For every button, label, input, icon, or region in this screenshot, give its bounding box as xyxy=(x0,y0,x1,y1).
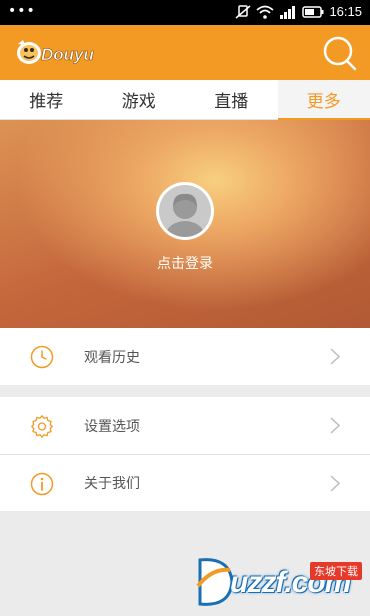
gear-icon xyxy=(31,415,53,438)
tab-games[interactable]: 游戏 xyxy=(93,80,186,119)
douyu-logo: Douyu xyxy=(17,40,95,64)
signal-icon xyxy=(280,5,296,19)
chevron-right-icon xyxy=(330,417,340,434)
profile-header: 点击登录 xyxy=(0,120,370,328)
site-watermark: uzzf.com 东坡下载 xyxy=(190,552,366,612)
clock-time: 16:15 xyxy=(329,4,362,19)
notification-dots: ••• xyxy=(8,3,36,19)
menu-label-settings: 设置选项 xyxy=(84,418,140,435)
menu-label-about: 关于我们 xyxy=(84,476,140,492)
info-icon xyxy=(30,472,54,496)
tab-bar: 推荐 游戏 直播 更多 xyxy=(0,80,370,120)
status-bar: ••• 16:15 xyxy=(0,0,370,25)
default-avatar-icon xyxy=(159,185,211,237)
menu-item-about[interactable]: 关于我们 xyxy=(0,454,370,511)
mute-icon xyxy=(235,4,251,19)
menu-group-settings: 设置选项 关于我们 xyxy=(0,397,370,511)
svg-text:Douyu: Douyu xyxy=(41,45,95,64)
watermark-badge: 东坡下载 xyxy=(310,562,362,580)
login-link[interactable]: 点击登录 xyxy=(0,253,370,273)
tab-recommend[interactable]: 推荐 xyxy=(0,80,93,119)
menu-group-history: 观看历史 xyxy=(0,328,370,385)
menu-item-settings[interactable]: 设置选项 xyxy=(0,397,370,454)
chevron-right-icon xyxy=(330,475,340,492)
wifi-icon xyxy=(256,5,275,19)
avatar[interactable] xyxy=(156,182,214,240)
tab-more[interactable]: 更多 xyxy=(277,80,370,120)
menu-label-history: 观看历史 xyxy=(84,349,140,366)
search-icon[interactable] xyxy=(320,33,360,73)
battery-icon xyxy=(302,5,324,18)
chevron-right-icon xyxy=(330,348,340,365)
status-icons: 16:15 xyxy=(235,4,362,19)
app-bar: Douyu xyxy=(0,25,370,80)
clock-icon xyxy=(30,345,54,369)
tab-live[interactable]: 直播 xyxy=(185,80,278,119)
menu-item-history[interactable]: 观看历史 xyxy=(0,328,370,385)
